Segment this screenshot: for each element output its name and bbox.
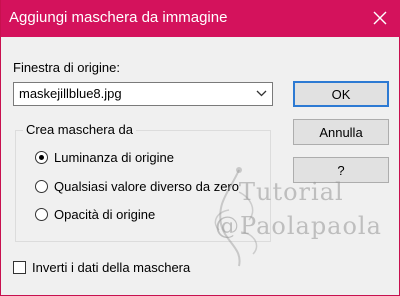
radio-button-checked[interactable] — [35, 151, 48, 164]
title-bar: Aggiungi maschera da immagine — [1, 0, 400, 37]
radio-any-nonzero[interactable]: Qualsiasi valore diverso da zero — [35, 179, 239, 194]
ok-button[interactable]: OK — [293, 81, 389, 107]
source-window-value: maskejillblue8.jpg — [19, 86, 122, 101]
invert-mask-checkbox[interactable] — [13, 261, 26, 274]
radio-label: Qualsiasi valore diverso da zero — [54, 179, 239, 194]
invert-mask-label: Inverti i dati della maschera — [32, 260, 191, 275]
radio-source-opacity[interactable]: Opacità di origine — [35, 207, 155, 222]
close-icon — [373, 11, 387, 25]
window-title: Aggiungi maschera da immagine — [9, 9, 228, 26]
radio-source-luminance[interactable]: Luminanza di origine — [35, 150, 174, 165]
dialog-window: Aggiungi maschera da immagine Finestra d… — [0, 0, 400, 296]
radio-button[interactable] — [35, 180, 48, 193]
source-window-label: Finestra di origine: — [13, 60, 120, 75]
chevron-down-icon — [256, 90, 267, 97]
close-button[interactable] — [365, 4, 395, 32]
help-button[interactable]: ? — [293, 157, 389, 183]
radio-label: Opacità di origine — [54, 207, 156, 222]
radio-button[interactable] — [35, 208, 48, 221]
create-mask-group-label: Crea maschera da — [23, 122, 136, 137]
radio-label: Luminanza di origine — [54, 150, 174, 165]
invert-mask-checkbox-row[interactable]: Inverti i dati della maschera — [13, 260, 190, 275]
source-window-select[interactable]: maskejillblue8.jpg — [13, 82, 273, 106]
cancel-button[interactable]: Annulla — [293, 119, 389, 145]
